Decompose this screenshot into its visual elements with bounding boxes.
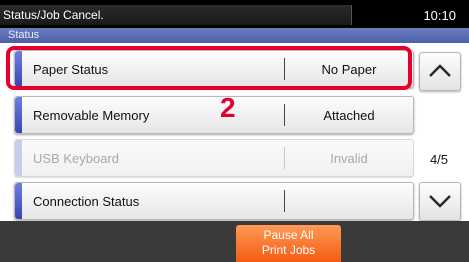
row-separator (284, 190, 285, 212)
row-label: Paper Status (33, 62, 109, 77)
pause-button-label-line1: Pause All (263, 228, 314, 242)
callout-step-number: 2 (220, 92, 236, 123)
row-paper-status[interactable]: Paper Status No Paper (14, 50, 414, 88)
screen-title: Status/Job Cancel. (3, 8, 104, 22)
row-usb-keyboard: USB Keyboard Invalid (14, 139, 414, 177)
row-accent-bar (15, 51, 22, 87)
row-value: Attached (323, 108, 375, 123)
scroll-down-button[interactable] (419, 182, 461, 221)
row-accent-bar (15, 97, 22, 133)
title-bar: Status/Job Cancel. 10:10 (0, 0, 469, 28)
row-label: USB Keyboard (33, 151, 119, 166)
clock: 10:10 (423, 8, 456, 23)
row-accent-bar (15, 140, 22, 176)
row-label: Connection Status (33, 194, 140, 209)
chevron-up-icon (429, 64, 451, 77)
chevron-down-icon (429, 195, 451, 208)
row-connection-status[interactable]: Connection Status (14, 182, 414, 220)
pause-all-print-jobs-button[interactable]: Pause All Print Jobs (236, 225, 341, 262)
section-title: Status (8, 29, 40, 41)
row-value: No Paper (321, 62, 377, 77)
row-value: Invalid (330, 151, 368, 166)
row-accent-bar (15, 183, 22, 219)
section-bar: Status (0, 28, 469, 43)
row-removable-memory[interactable]: Removable Memory Attached (14, 96, 414, 134)
page-indicator: 4/5 (429, 152, 449, 167)
pause-button-label-line2: Print Jobs (261, 243, 316, 257)
bottom-bar: Pause All Print Jobs (0, 221, 469, 262)
row-label: Removable Memory (33, 108, 150, 123)
scroll-up-button[interactable] (419, 52, 461, 91)
